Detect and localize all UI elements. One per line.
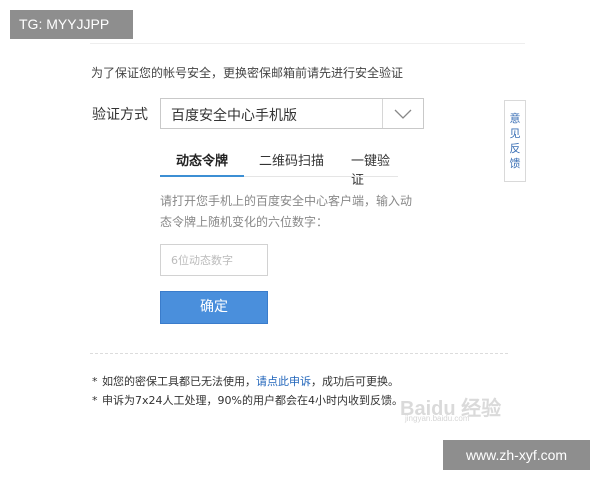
verify-tabs: 动态令牌 二维码扫描 一键验证 (160, 150, 398, 188)
dashed-divider (90, 353, 508, 354)
active-tab-indicator (160, 175, 244, 177)
confirm-button[interactable]: 确定 (160, 291, 268, 324)
asterisk-icon: * (92, 394, 98, 407)
tab-qr-scan[interactable]: 二维码扫描 (259, 150, 324, 169)
dynamic-code-input[interactable] (160, 244, 268, 276)
tab-baseline (244, 176, 398, 177)
tab-one-click-verify[interactable]: 一键验证 (351, 150, 398, 188)
verify-method-select[interactable]: 百度安全中心手机版 (160, 98, 424, 129)
selected-method: 百度安全中心手机版 (171, 108, 297, 124)
feedback-char: 反 (509, 142, 521, 155)
note-1-suffix: ，成功后可更换。 (311, 375, 399, 388)
feedback-tab[interactable]: 意 见 反 馈 (504, 100, 526, 182)
appeal-link[interactable]: 请点此申诉 (256, 375, 311, 388)
site-overlay-label: www.zh-xyf.com (443, 440, 590, 470)
asterisk-icon: * (92, 375, 98, 388)
note-line-2: * 申诉为7x24人工处理，90%的用户都会在4小时内收到反馈。 (92, 391, 403, 410)
note-2-text: 申诉为7x24人工处理，90%的用户都会在4小时内收到反馈。 (102, 394, 403, 407)
note-line-1: * 如您的密保工具都已无法使用，请点此申诉，成功后可更换。 (92, 372, 403, 391)
feedback-char: 意 (509, 112, 521, 125)
top-divider (90, 43, 525, 44)
feedback-char: 见 (509, 127, 521, 140)
tab-dynamic-token[interactable]: 动态令牌 (176, 150, 228, 169)
instruction-text: 请打开您手机上的百度安全中心客户端，输入动态令牌上随机变化的六位数字： (160, 194, 413, 229)
chevron-down-icon[interactable] (382, 99, 423, 128)
watermark-url: jingyan.baidu.com (405, 414, 470, 423)
feedback-char: 馈 (509, 157, 521, 170)
note-1-prefix: 如您的密保工具都已无法使用， (102, 375, 256, 388)
verify-method-label: 验证方式 (92, 107, 148, 123)
intro-text: 为了保证您的帐号安全，更换密保邮箱前请先进行安全验证 (91, 66, 404, 80)
tg-overlay-label: TG: MYYJJPP (10, 10, 133, 39)
notes: * 如您的密保工具都已无法使用，请点此申诉，成功后可更换。 * 申诉为7x24人工处… (92, 372, 403, 410)
